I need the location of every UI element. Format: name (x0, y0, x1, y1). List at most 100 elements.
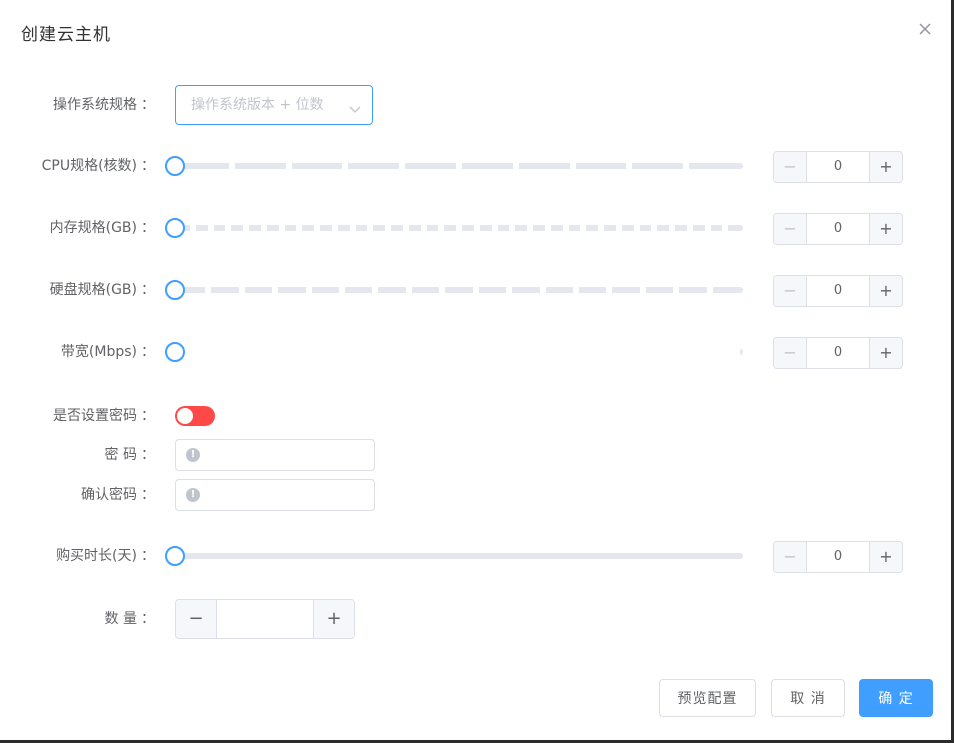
duration-decrease-button[interactable]: − (774, 542, 807, 572)
quantity-row: 数 量： (0, 599, 951, 639)
bandwidth-value[interactable]: 0 (807, 338, 869, 368)
password-input-wrapper: ! (175, 439, 375, 471)
cpu-increase-button[interactable]: + (869, 152, 902, 182)
cpu-decrease-button[interactable]: − (774, 152, 807, 182)
slider-stop (669, 225, 675, 231)
slider-stop (734, 349, 741, 355)
quantity-increase-button[interactable]: + (313, 600, 354, 638)
password-row: 密 码： (0, 435, 951, 475)
set-password-switch[interactable] (175, 406, 215, 426)
duration-increase-button[interactable]: + (869, 542, 902, 572)
disk-increase-button[interactable]: + (869, 276, 902, 306)
memory-slider[interactable] (175, 225, 743, 231)
memory-decrease-button[interactable]: − (774, 214, 807, 244)
slider-stop (278, 225, 285, 231)
cpu-label: CPU规格(核数)： (41, 158, 155, 174)
warning-icon: ! (186, 488, 200, 502)
slider-stop (472, 287, 479, 293)
bandwidth-increase-button[interactable]: + (869, 338, 902, 368)
slider-stop (243, 225, 249, 231)
slider-stop (285, 163, 292, 169)
os-select-placeholder: 操作系统版本 + 位数 (191, 97, 324, 113)
cpu-number-input: − 0 + (773, 151, 903, 183)
os-select[interactable]: 操作系统版本 + 位数 (175, 85, 373, 125)
slider-stop (305, 287, 312, 293)
confirm-button[interactable]: 确 定 (859, 679, 933, 717)
slider-stop (606, 287, 613, 293)
slider-stop (456, 225, 462, 231)
duration-slider[interactable] (175, 553, 743, 559)
set-password-label: 是否设置密码： (53, 408, 155, 424)
bandwidth-slider-handle[interactable] (165, 342, 185, 362)
slider-stop (633, 225, 640, 231)
slider-stop (615, 225, 622, 231)
quantity-input[interactable] (217, 600, 313, 638)
disk-decrease-button[interactable]: − (774, 276, 807, 306)
password-input[interactable] (206, 440, 366, 470)
slider-stop (339, 287, 346, 293)
slider-stop (349, 225, 356, 231)
slider-stop (331, 225, 338, 231)
slider-stop (580, 225, 587, 231)
cpu-value[interactable]: 0 (807, 152, 869, 182)
slider-stop (572, 287, 579, 293)
bandwidth-label: 带宽(Mbps)： (60, 344, 155, 360)
password-label: 密 码： (104, 447, 155, 463)
disk-value[interactable]: 0 (807, 276, 869, 306)
slider-stop (189, 225, 196, 231)
warning-icon: ! (186, 448, 200, 462)
memory-slider-handle[interactable] (165, 218, 185, 238)
slider-stop (385, 225, 391, 231)
preview-button[interactable]: 预览配置 (659, 679, 756, 717)
os-label: 操作系统规格： (53, 97, 155, 113)
slider-stop (598, 225, 604, 231)
bandwidth-row: 带宽(Mbps)： − 0 + (0, 332, 951, 372)
memory-increase-button[interactable]: + (869, 214, 902, 244)
slider-stop (238, 287, 245, 293)
duration-label: 购买时长(天)： (56, 548, 155, 564)
slider-stop (438, 225, 445, 231)
bandwidth-number-input: − 0 + (773, 337, 903, 369)
slider-stop (722, 225, 729, 231)
quantity-label: 数 量： (104, 611, 155, 627)
slider-stop (260, 225, 267, 231)
memory-value[interactable]: 0 (807, 214, 869, 244)
slider-stop (402, 225, 409, 231)
duration-number-input: − 0 + (773, 541, 903, 573)
duration-slider-handle[interactable] (165, 546, 185, 566)
slider-stop (207, 225, 214, 231)
slider-stop (205, 287, 212, 293)
cpu-row: CPU规格(核数)： − 0 + (0, 146, 951, 186)
cancel-button[interactable]: 取 消 (771, 679, 845, 717)
bandwidth-slider[interactable] (175, 349, 743, 355)
quantity-decrease-button[interactable]: − (176, 600, 217, 638)
slider-stop (456, 163, 462, 169)
confirm-password-label: 确认密码： (81, 487, 155, 503)
disk-slider[interactable] (175, 287, 743, 293)
slider-stop (527, 225, 533, 231)
duration-value[interactable]: 0 (807, 542, 869, 572)
slider-stop (562, 225, 569, 231)
disk-slider-handle[interactable] (165, 280, 185, 300)
slider-stop (639, 287, 646, 293)
duration-row: 购买时长(天)： − 0 + (0, 536, 951, 576)
cpu-slider[interactable] (175, 163, 743, 169)
quantity-stepper: − + (175, 599, 355, 639)
chevron-down-icon (349, 100, 361, 119)
slider-stop (473, 225, 480, 231)
slider-stop (439, 287, 446, 293)
slider-stop (569, 163, 576, 169)
disk-label: 硬盘规格(GB)： (49, 282, 155, 298)
bandwidth-decrease-button[interactable]: − (774, 338, 807, 368)
close-icon[interactable] (914, 18, 936, 40)
slider-stop (706, 287, 713, 293)
slider-stop (686, 225, 693, 231)
memory-row: 内存规格(GB)： − 0 + (0, 208, 951, 248)
slider-stop (544, 225, 551, 231)
slider-stop (228, 163, 235, 169)
cpu-slider-handle[interactable] (165, 156, 185, 176)
slider-stop (342, 163, 349, 169)
confirm-password-input[interactable] (206, 480, 366, 510)
confirm-password-input-wrapper: ! (175, 479, 375, 511)
slider-stop (626, 163, 633, 169)
